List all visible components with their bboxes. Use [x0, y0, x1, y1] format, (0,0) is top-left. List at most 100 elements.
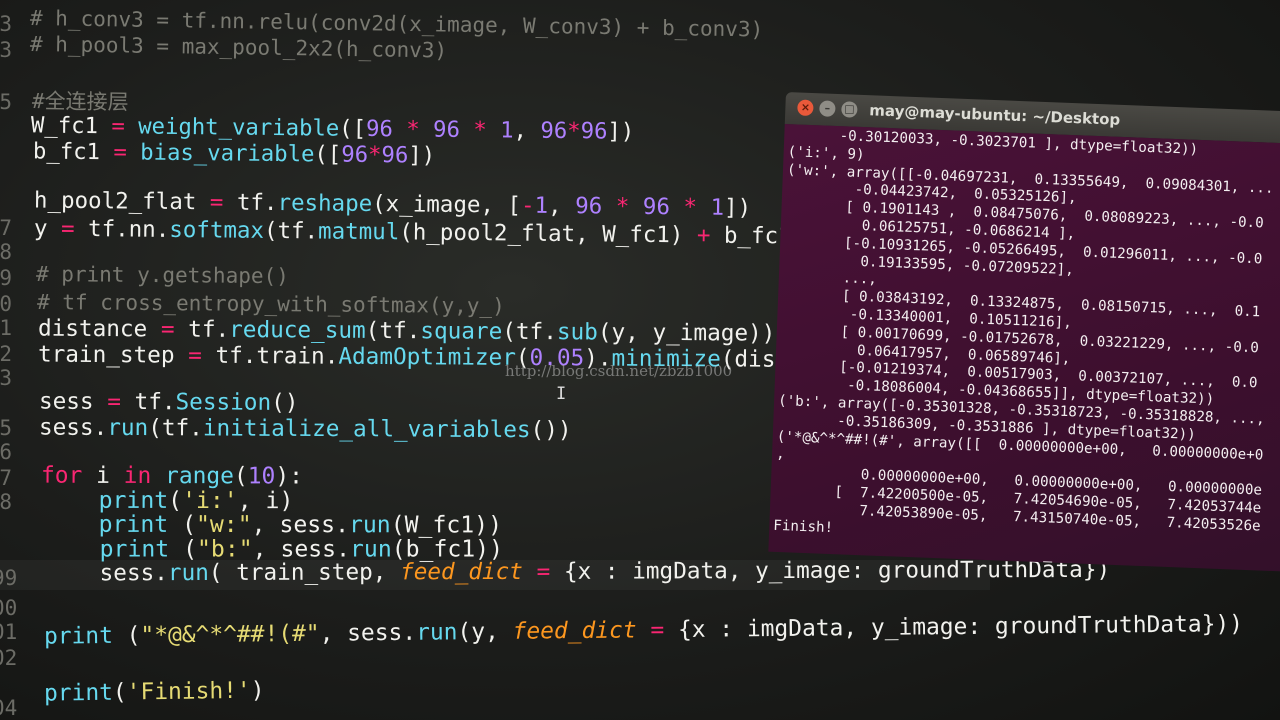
code-token: * [615, 193, 630, 220]
code-token: ([ [314, 141, 342, 167]
code-token: 96 [580, 118, 608, 144]
code-token: 'i:' [182, 487, 238, 514]
code-token: run [107, 414, 149, 441]
code-token: ]) [408, 142, 436, 168]
line-number: 3 [0, 38, 12, 62]
code-token: 1 [710, 194, 725, 221]
code-line[interactable]: # print y.getshape() [36, 262, 289, 288]
minimize-window-button[interactable]: – [819, 100, 836, 117]
code-token: 1 [500, 117, 514, 143]
code-token: ( train_step, [208, 558, 401, 586]
code-token: = [536, 558, 551, 585]
code-token: (W_fc1)) [390, 511, 503, 539]
line-number: 0 [0, 292, 12, 316]
line-number: 02 [0, 646, 18, 670]
code-line[interactable]: sess.run( train_step, feed_dict = {x : i… [45, 556, 1111, 586]
code-token: (tf. [148, 414, 203, 441]
code-line[interactable]: sess = tf.Session() [39, 388, 299, 415]
code-line[interactable]: print('Finish!') [44, 677, 265, 706]
code-token: {x : imgData, y_image: groundTruthData})… [664, 610, 1244, 643]
code-token: distance [37, 315, 161, 342]
code-token: sess. [38, 414, 108, 441]
code-token: reshape [277, 189, 373, 217]
code-token: i [82, 462, 124, 489]
code-token: () [271, 389, 299, 416]
code-token: * [567, 117, 581, 144]
terminal-output-line: Finish! [773, 517, 834, 536]
code-line[interactable]: y = tf.nn.softmax(tf.matmul(h_pool2_flat… [34, 215, 805, 249]
code-line[interactable]: b_fc1 = bias_variable([96*96]) [33, 138, 435, 168]
code-line[interactable]: sess.run(tf.initialize_all_variables()) [39, 414, 572, 443]
code-token: * [683, 193, 698, 220]
code-token: (tf. [263, 217, 319, 244]
code-token: , sess. [319, 619, 417, 647]
code-token: # print y.getshape() [35, 262, 289, 289]
line-number: 6 [0, 440, 12, 464]
code-token: matmul [318, 218, 400, 245]
watermark-text: http://blog.csdn.net/zbzb1000 [505, 362, 733, 380]
line-number: 9 [0, 266, 12, 290]
code-token: , [547, 192, 576, 219]
code-token: weight_variable [138, 113, 340, 141]
line-number: 00 [0, 596, 18, 620]
line-number: 5 [0, 416, 12, 440]
code-token: ( [112, 678, 127, 706]
line-number: 7 [0, 216, 12, 240]
text-cursor-ibeam-icon: I [556, 384, 567, 404]
code-token: ( [112, 621, 141, 649]
code-token: feed_dict [512, 616, 637, 645]
code-token: = [188, 342, 202, 369]
code-token: ]) [723, 194, 752, 221]
code-token: W_fc1 [30, 112, 112, 139]
line-number: 01 [0, 620, 18, 644]
terminal-output-line: , [775, 446, 785, 463]
code-token: (y, [457, 618, 513, 645]
code-token: + [696, 222, 711, 248]
code-line[interactable]: # tf cross_entropy_with_softmax(y,y_) [37, 290, 505, 318]
code-token: sess [38, 388, 108, 415]
code-token: (h_pool2_flat, W_fc1) [399, 218, 698, 248]
code-token: 96 [642, 193, 671, 220]
code-token: 96 [432, 116, 461, 143]
code-token: "w:" [195, 511, 252, 538]
code-token: 96 [365, 115, 394, 142]
code-token: print [98, 486, 169, 514]
code-token: ([ [339, 115, 367, 142]
code-token: 96 [341, 141, 369, 168]
code-line[interactable]: print ("w:", sess.run(W_fc1)) [43, 511, 502, 538]
code-line[interactable]: train_step = tf.train.AdamOptimizer(0.05… [38, 341, 858, 373]
code-token: range [165, 462, 235, 489]
code-token: (y, y_image))) [597, 318, 790, 347]
code-line[interactable]: # h_pool3 = max_pool_2x2(h_conv3) [30, 32, 448, 63]
code-token: AdamOptimizer [338, 343, 517, 371]
code-token: ): [275, 462, 303, 489]
code-token: Session [175, 388, 272, 416]
line-number: 8 [0, 490, 12, 514]
code-token: run [415, 618, 458, 646]
close-window-button[interactable]: × [797, 99, 814, 117]
code-token: for [40, 461, 83, 489]
code-token: print [43, 622, 114, 650]
code-line[interactable]: for i in range(10): [41, 462, 303, 489]
terminal-output-line: ('i:', 9) [787, 143, 865, 163]
code-token: print [99, 535, 170, 563]
terminal-window[interactable]: × – □ may@may-ubuntu: ~/Desktop -0.30120… [768, 92, 1280, 572]
maximize-window-button[interactable]: □ [841, 101, 858, 118]
terminal-output[interactable]: -0.30120033, -0.3023701 ], dtype=float32… [768, 123, 1280, 572]
code-token: (tf. [502, 318, 558, 345]
code-token: 96 [381, 141, 409, 168]
code-line[interactable]: print ("*@&^*^##!(#", sess.run(y, feed_d… [44, 610, 1243, 649]
code-token: * [406, 116, 420, 142]
code-line[interactable]: print('i:', i) [43, 486, 294, 514]
code-token: = [60, 215, 75, 242]
